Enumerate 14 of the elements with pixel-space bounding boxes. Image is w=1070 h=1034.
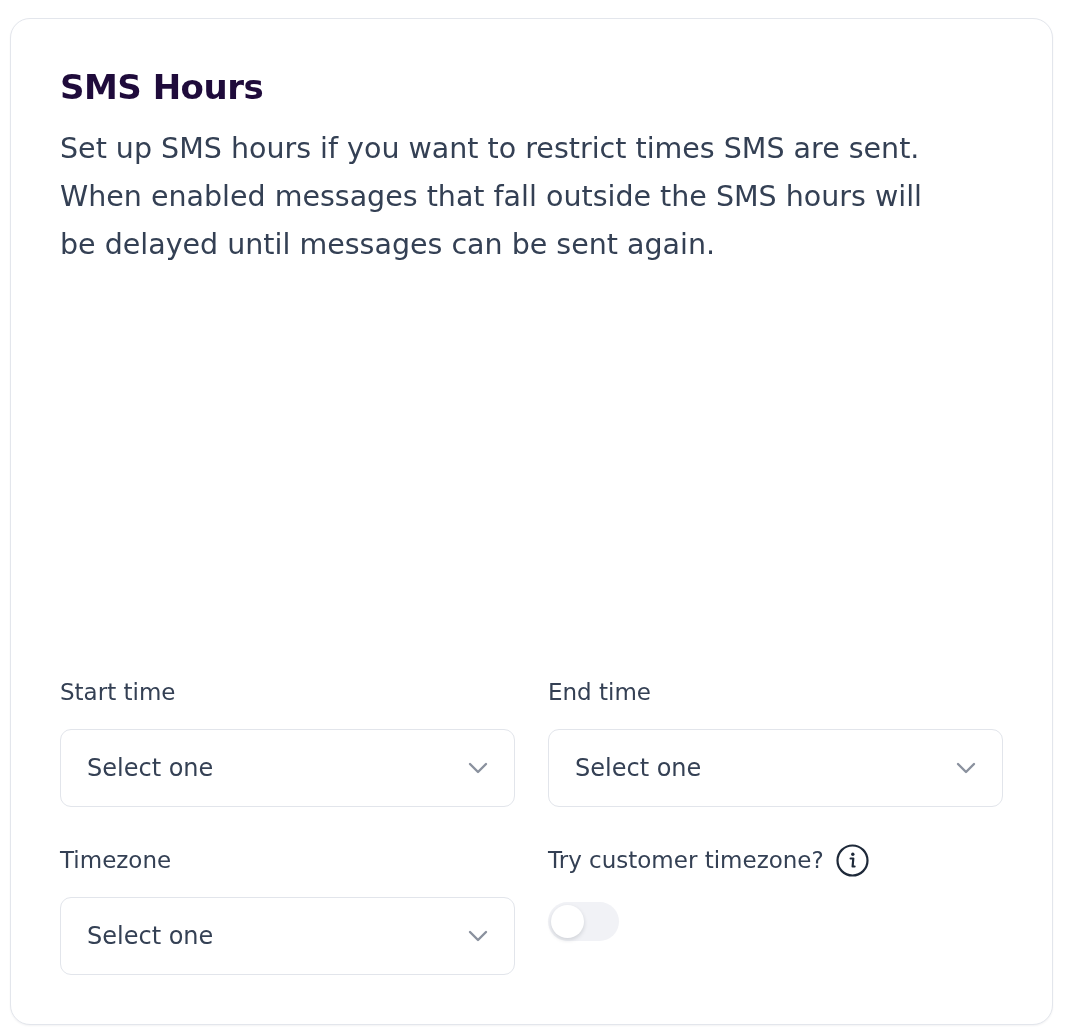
field-label: Try customer timezone? bbox=[548, 846, 824, 875]
field-label: Start time bbox=[60, 678, 176, 707]
select-dropdown[interactable]: Select one bbox=[548, 729, 1003, 807]
card-title: SMS Hours bbox=[60, 66, 264, 109]
chevron-down-icon bbox=[468, 930, 488, 942]
field-label: End time bbox=[548, 678, 651, 707]
select-dropdown[interactable]: Select one bbox=[60, 729, 515, 807]
chevron-down-icon bbox=[468, 762, 488, 774]
chevron-down-icon bbox=[956, 762, 976, 774]
toggle-switch[interactable] bbox=[548, 902, 619, 941]
info-icon[interactable] bbox=[835, 843, 869, 877]
select-dropdown[interactable]: Select one bbox=[60, 897, 515, 975]
field-label: Timezone bbox=[60, 846, 172, 875]
card-description: Set up SMS hours if you want to restrict times SMS are sent. When enabled messages that fall outside the SMS hours will be delayed until messages can be sent again. bbox=[60, 131, 923, 263]
